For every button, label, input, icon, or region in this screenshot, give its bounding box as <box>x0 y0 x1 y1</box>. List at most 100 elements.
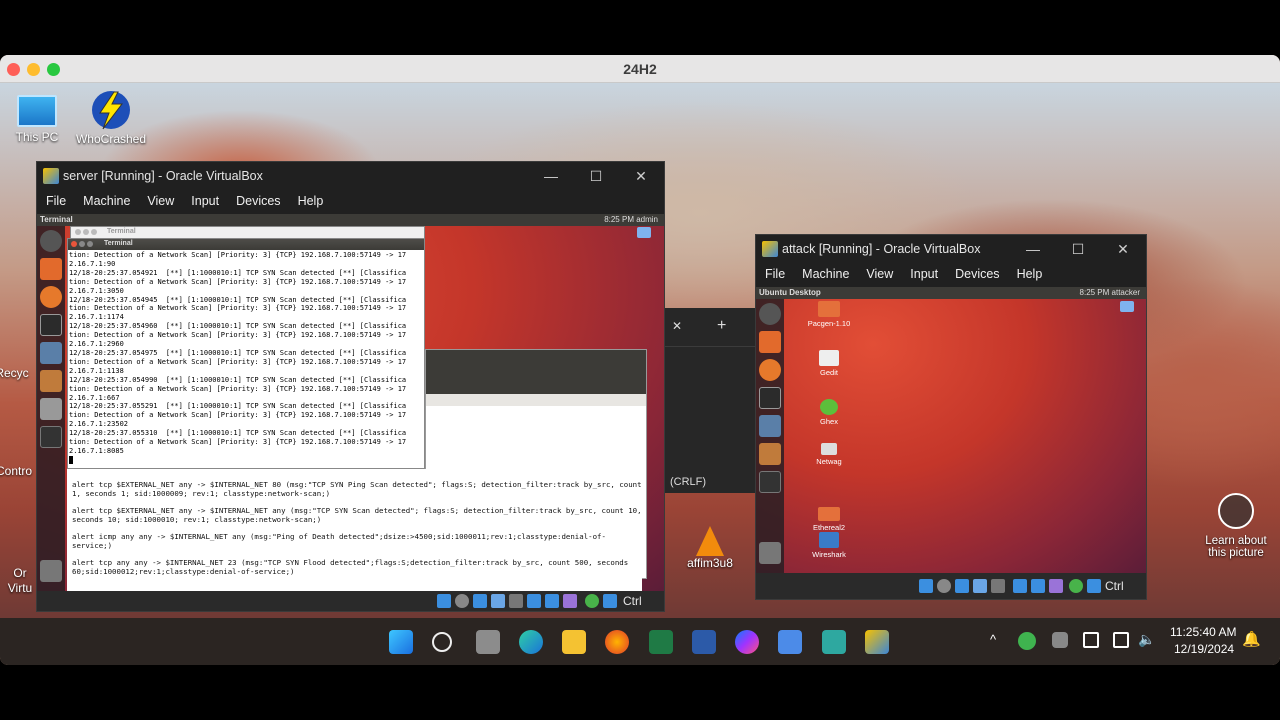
menu-input[interactable]: Input <box>901 263 946 281</box>
terminal-output[interactable]: tion: Detection of a Network Scan] [Prio… <box>68 250 424 468</box>
maximize-icon[interactable]: ☐ <box>1063 238 1093 260</box>
bell-icon[interactable]: 🔔 <box>1242 630 1261 648</box>
server-guest-screen[interactable]: Terminal 8:25 PM admin Terminal Terminal… <box>37 214 664 591</box>
menu-devices[interactable]: Devices <box>227 190 288 208</box>
virtualbox-taskbar-icon[interactable] <box>865 630 889 654</box>
minimize-dot-icon[interactable] <box>83 229 89 235</box>
optical-icon[interactable] <box>937 579 951 593</box>
mouse-integration-icon[interactable] <box>1069 579 1083 593</box>
terminal-icon[interactable] <box>40 314 62 336</box>
usb-icon[interactable] <box>491 594 505 608</box>
task-view-icon[interactable] <box>476 630 500 654</box>
desktop-icon-this-pc[interactable]: This PC <box>0 91 77 144</box>
menu-input[interactable]: Input <box>182 190 227 208</box>
menu-view[interactable]: View <box>138 190 182 208</box>
files-icon[interactable] <box>759 331 781 353</box>
firefox-icon[interactable] <box>40 286 62 308</box>
display-icon[interactable] <box>527 594 541 608</box>
volume-icon[interactable]: 🔈 <box>1138 631 1155 648</box>
optical-icon[interactable] <box>455 594 469 608</box>
tray-app-icon[interactable] <box>1018 632 1036 650</box>
desktop-icon-whocrashed[interactable]: WhoCrashed <box>71 89 151 146</box>
trash-icon[interactable] <box>40 560 62 582</box>
minimize-icon[interactable]: — <box>536 165 566 187</box>
keyboard-icon[interactable] <box>603 594 617 608</box>
close-dot-icon[interactable] <box>71 241 77 247</box>
clock-time[interactable]: 11:25:40 AM <box>1170 625 1237 639</box>
terminal-window[interactable]: Terminal tion: Detection of a Network Sc… <box>67 238 425 469</box>
learn-about-widget[interactable]: Learn about this picture <box>1196 493 1276 559</box>
excel-icon[interactable] <box>649 630 673 654</box>
network-icon[interactable] <box>955 579 969 593</box>
desktop-icon-netwag[interactable]: Netwag <box>804 443 854 466</box>
network-icon[interactable] <box>473 594 487 608</box>
search-icon[interactable] <box>432 632 452 652</box>
visio-icon[interactable] <box>822 630 846 654</box>
close-icon[interactable]: ✕ <box>626 165 656 187</box>
grid-icon[interactable] <box>1052 632 1068 648</box>
terminal-icon[interactable] <box>759 387 781 409</box>
edge-icon[interactable] <box>519 630 543 654</box>
start-icon[interactable] <box>389 630 413 654</box>
menu-help[interactable]: Help <box>289 190 332 208</box>
terminal-line: 12/18-20:25:37.054921 [**] [1:1000010:1]… <box>69 268 407 277</box>
recording-icon[interactable] <box>1031 579 1045 593</box>
desktop-icon-ghex[interactable]: Ghex <box>804 399 854 426</box>
close-dot-icon[interactable] <box>75 229 81 235</box>
desktop-icon-gedit[interactable]: Gedit <box>804 350 854 377</box>
app-icon[interactable] <box>759 443 781 465</box>
server-vm-window: server [Running] - Oracle VirtualBox — ☐… <box>36 161 665 612</box>
notepad-icon[interactable] <box>778 630 802 654</box>
chevron-up-icon[interactable]: ^ <box>990 632 996 647</box>
usb-icon[interactable] <box>973 579 987 593</box>
maximize-dot-icon[interactable] <box>91 229 97 235</box>
recording-icon[interactable] <box>545 594 559 608</box>
maximize-icon[interactable]: ☐ <box>581 165 611 187</box>
archive-icon[interactable] <box>40 398 62 420</box>
cpu-icon[interactable] <box>563 594 577 608</box>
cpu-icon[interactable] <box>1049 579 1063 593</box>
hdd-icon[interactable] <box>919 579 933 593</box>
menu-file[interactable]: File <box>756 263 793 281</box>
ubuntu-dash-icon[interactable] <box>759 303 781 325</box>
display-icon[interactable] <box>1013 579 1027 593</box>
firefox-icon[interactable] <box>605 630 629 654</box>
minimize-dot-icon[interactable] <box>79 241 85 247</box>
mouse-integration-icon[interactable] <box>585 594 599 608</box>
shared-folder-icon[interactable] <box>991 579 1005 593</box>
menu-machine[interactable]: Machine <box>74 190 138 208</box>
menu-devices[interactable]: Devices <box>946 263 1007 281</box>
hdd-icon[interactable] <box>437 594 451 608</box>
files-icon[interactable] <box>40 258 62 280</box>
close-icon[interactable]: ✕ <box>1108 238 1138 260</box>
clock-date[interactable]: 12/19/2024 <box>1174 642 1234 656</box>
screenshot-icon[interactable] <box>759 415 781 437</box>
menu-machine[interactable]: Machine <box>793 263 857 281</box>
shared-folder-icon[interactable] <box>509 594 523 608</box>
desktop-icon-wireshark[interactable]: Wireshark <box>804 532 854 559</box>
menu-file[interactable]: File <box>37 190 74 208</box>
firefox-icon[interactable] <box>759 359 781 381</box>
minimize-icon[interactable]: — <box>1018 238 1048 260</box>
workspace-icon[interactable] <box>40 426 62 448</box>
desktop-icon-pacgen[interactable]: Pacgen-1.10 <box>804 301 854 328</box>
file-explorer-icon[interactable] <box>562 630 586 654</box>
screenshot-icon[interactable] <box>40 342 62 364</box>
trash-icon[interactable] <box>759 542 781 564</box>
menu-help[interactable]: Help <box>1008 263 1051 281</box>
word-icon[interactable] <box>692 630 716 654</box>
keyboard-icon[interactable] <box>1087 579 1101 593</box>
attack-guest-screen[interactable]: Ubuntu Desktop 8:25 PM attacker Pacgen-1… <box>756 287 1146 573</box>
maximize-dot-icon[interactable] <box>87 241 93 247</box>
network-tray-icon[interactable] <box>1113 632 1129 648</box>
desktop-icon-ethereal[interactable]: Ethereal2 <box>804 507 854 532</box>
ubuntu-dash-icon[interactable] <box>40 230 62 252</box>
menu-view[interactable]: View <box>857 263 901 281</box>
desktop-icon-affim[interactable]: affim3u8 <box>670 526 750 570</box>
ime-icon[interactable] <box>1083 632 1099 648</box>
tab-close-icon[interactable]: ✕ <box>672 319 682 333</box>
new-tab-icon[interactable]: + <box>717 317 726 335</box>
app-icon[interactable] <box>40 370 62 392</box>
messenger-icon[interactable] <box>735 630 759 654</box>
workspace-icon[interactable] <box>759 471 781 493</box>
